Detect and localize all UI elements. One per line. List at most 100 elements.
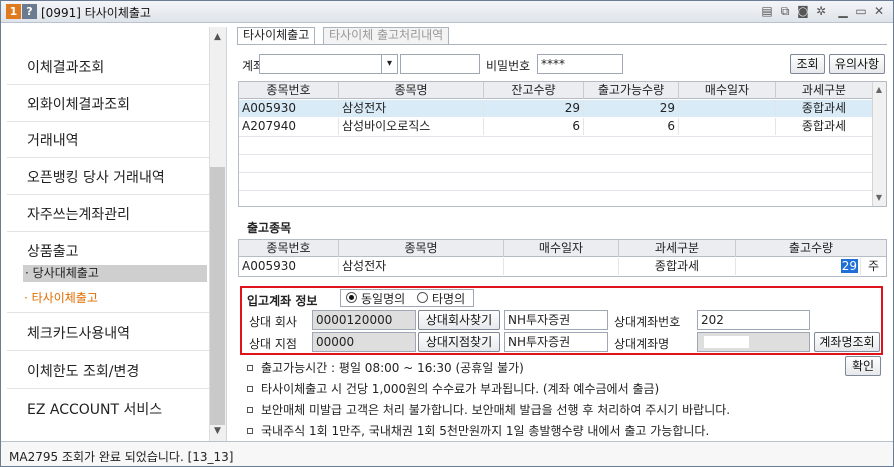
grid-row-line: [239, 154, 873, 155]
sidebar-item-ez-account[interactable]: EZ ACCOUNT 서비스: [27, 399, 162, 419]
find-branch-button[interactable]: 상대지점찾기: [418, 332, 500, 352]
sidebar-divider: [7, 350, 209, 351]
sidebar-item-favorite-accounts[interactable]: 자주쓰는계좌관리: [27, 204, 130, 224]
notice-item: 타사이체출고 시 건당 1,000원의 수수료가 부과됩니다. (계좌 예수금에…: [247, 380, 659, 397]
sidebar-divider: [7, 388, 209, 389]
scroll-up-icon[interactable]: ▲: [872, 83, 886, 97]
find-company-button[interactable]: 상대회사찾기: [418, 310, 500, 330]
column-header[interactable]: 과세구분: [619, 240, 736, 257]
radio-other-name-label[interactable]: 타명의: [432, 290, 465, 307]
sidebar-item-checkcard[interactable]: 체크카드사용내역: [27, 323, 130, 343]
stock-name: 삼성전자: [339, 258, 504, 275]
notice-item: 국내주식 1회 1만주, 국내채권 1회 5천만원까지 1일 총발행수량 내에서…: [247, 422, 709, 439]
radio-same-name-label[interactable]: 동일명의: [361, 290, 405, 307]
notice-text: 출고가능시간 : 평일 08:00 ~ 16:30 (공휴일 불가): [261, 361, 524, 375]
account-dropdown-icon[interactable]: ▾: [381, 54, 398, 74]
column-header[interactable]: 매수일자: [504, 240, 619, 257]
notice-item: 출고가능시간 : 평일 08:00 ~ 16:30 (공휴일 불가): [247, 359, 524, 376]
search-button[interactable]: 조회: [790, 54, 825, 74]
branch-code-field: 00000: [312, 332, 416, 352]
table-row[interactable]: A005930 삼성전자 종합과세 29 주: [239, 258, 886, 275]
column-header[interactable]: 종목명: [339, 82, 484, 99]
column-header[interactable]: 잔고수량: [484, 82, 584, 99]
radio-same-name[interactable]: [346, 292, 357, 303]
tax-type: 종합과세: [776, 100, 873, 117]
scroll-down-icon[interactable]: ▼: [209, 423, 226, 439]
notice-text: 국내주식 1회 1만주, 국내채권 1회 5천만원까지 1일 총발행수량 내에서…: [261, 424, 710, 438]
bullet-icon: [247, 427, 253, 434]
available-qty: 29: [584, 100, 679, 117]
company-code-field: 0000120000: [312, 310, 416, 330]
masked-account-name: [704, 336, 749, 348]
column-header[interactable]: 출고가능수량: [584, 82, 679, 99]
out-stock-grid: 종목번호 종목명 매수일자 과세구분 출고수량 A005930 삼성전자 종합과…: [238, 239, 887, 277]
notice-text: 보안매체 미발급 고객은 처리 불가합니다. 보안매체 발급을 선행 후 처리하…: [261, 403, 731, 417]
radio-other-name[interactable]: [417, 292, 428, 303]
minimize-icon[interactable]: ▁: [835, 3, 851, 19]
company-name-field: NH투자증권: [504, 310, 608, 330]
account-name-label: 상대계좌명: [614, 337, 670, 351]
help-icon[interactable]: ?: [22, 4, 37, 19]
sidebar-scroll-thumb[interactable]: [210, 167, 225, 425]
notice-button[interactable]: 유의사항: [829, 54, 885, 74]
balance-qty: 6: [484, 118, 584, 135]
sidebar-item-transfer-limit[interactable]: 이체한도 조회/변경: [27, 361, 139, 381]
sidebar-subitem-internal-out[interactable]: · 당사대체출고: [23, 265, 207, 282]
gear-icon[interactable]: ✲: [813, 3, 829, 19]
buy-date: [679, 100, 776, 117]
column-header[interactable]: 종목명: [339, 240, 504, 257]
status-bar: MA2795 조회가 완료 되었습니다. [13_13]: [1, 441, 893, 466]
balance-qty: 29: [484, 100, 584, 117]
column-header[interactable]: 출고수량: [736, 240, 886, 257]
grid-row-line: [239, 136, 873, 137]
copy-icon[interactable]: ⧉: [777, 3, 793, 19]
sidebar-item-product-out[interactable]: 상품출고: [27, 241, 79, 261]
column-header[interactable]: 매수일자: [679, 82, 776, 99]
camera-icon[interactable]: ◙: [795, 3, 811, 19]
sidebar-divider: [7, 312, 209, 313]
branch-label: 상대 지점: [249, 337, 297, 351]
sidebar-subitem-external-out[interactable]: · 타사이체출고: [24, 289, 98, 306]
tab-external-out-history[interactable]: 타사이체 출고처리내역: [323, 27, 450, 44]
stock-code: A005930: [239, 100, 339, 117]
tax-type: 종합과세: [619, 258, 736, 275]
confirm-button[interactable]: 확인: [845, 356, 881, 376]
bullet-icon: [247, 406, 253, 413]
sidebar-item-fx-transfer-result[interactable]: 외화이체결과조회: [27, 94, 130, 114]
account-input[interactable]: [259, 54, 383, 74]
sidebar-item-transfer-result[interactable]: 이체결과조회: [27, 57, 104, 77]
window-title: [0991] 타사이체출고: [41, 6, 151, 20]
table-row[interactable]: A005930 삼성전자 29 29 종합과세: [239, 100, 873, 117]
sidebar-divider: [7, 84, 209, 85]
column-header[interactable]: 과세구분: [776, 82, 873, 99]
sidebar-divider: [7, 157, 209, 158]
account-name-lookup-button[interactable]: 계좌명조회: [814, 332, 880, 352]
scroll-down-icon[interactable]: ▼: [872, 191, 886, 205]
account-number-input[interactable]: 202: [697, 310, 810, 330]
column-header[interactable]: 종목번호: [239, 82, 339, 99]
account-number-label: 상대계좌번호: [614, 315, 681, 329]
grid-scrollbar[interactable]: [872, 82, 886, 206]
table-row[interactable]: A207940 삼성바이오로직스 6 6 종합과세: [239, 118, 873, 135]
sidebar-item-transactions[interactable]: 거래내역: [27, 130, 79, 150]
restore-icon[interactable]: ▭: [853, 3, 869, 19]
out-section-title: 출고종목: [247, 221, 292, 235]
password-label: 비밀번호: [486, 59, 531, 73]
out-qty-input[interactable]: 29: [840, 259, 858, 273]
scroll-up-icon[interactable]: ▲: [209, 29, 226, 45]
app-menu-icon[interactable]: 1: [6, 4, 21, 19]
note-icon[interactable]: ▤: [759, 3, 775, 19]
buy-date: [679, 118, 776, 135]
password-input[interactable]: ****: [537, 54, 623, 74]
qty-unit: 주: [867, 259, 880, 273]
sidebar-divider: [7, 231, 209, 232]
tab-external-out[interactable]: 타사이체출고: [237, 27, 316, 44]
close-icon[interactable]: ✕: [871, 3, 887, 19]
stock-code: A005930: [239, 258, 339, 275]
available-qty: 6: [584, 118, 679, 135]
sidebar-item-openbanking[interactable]: 오픈뱅킹 당사 거래내역: [27, 167, 165, 187]
buy-date: [504, 258, 619, 275]
out-qty-cell[interactable]: 29: [736, 258, 861, 275]
stock-name: 삼성전자: [339, 100, 484, 117]
column-header[interactable]: 종목번호: [239, 240, 339, 257]
